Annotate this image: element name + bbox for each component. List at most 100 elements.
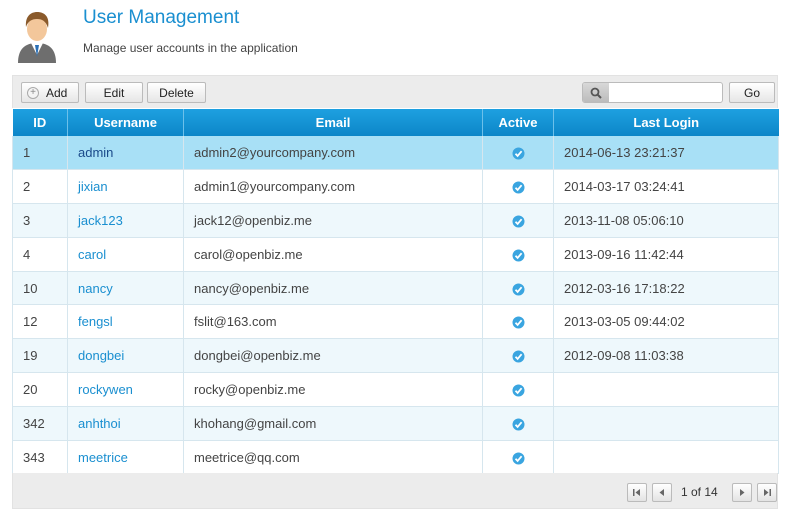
cell-active: [482, 169, 554, 205]
cell-last-login: [553, 406, 779, 441]
toolbar: + Add Edit Delete Go: [12, 75, 778, 108]
cell-last-login: 2014-06-13 23:21:37: [553, 136, 779, 171]
table-footer: 1 of 14: [12, 473, 778, 509]
table-row[interactable]: 3 jack123 jack12@openbiz.me 2013-11-08 05:0…: [12, 203, 779, 238]
last-page-button[interactable]: [757, 483, 777, 502]
page-header: User Management Manage user accounts in …: [0, 0, 788, 72]
cell-active: [482, 406, 554, 441]
cell-username: admin: [67, 136, 184, 171]
cell-username: jack123: [67, 203, 184, 238]
page-subtitle: Manage user accounts in the application: [83, 41, 298, 55]
cell-username: meetrice: [67, 440, 184, 475]
cell-last-login: 2013-09-16 11:42:44: [553, 237, 779, 272]
cell-id: 12: [12, 304, 68, 340]
cell-last-login: [553, 372, 779, 407]
cell-active: [482, 237, 554, 272]
cell-id: 343: [12, 440, 68, 475]
cell-email: dongbei@openbiz.me: [183, 338, 483, 374]
table-row[interactable]: 4 carol carol@openbiz.me 2013-09-16 11:42:4…: [12, 237, 779, 272]
cell-active: [482, 203, 554, 238]
checkmark-circle-icon: [512, 179, 525, 194]
cell-username: dongbei: [67, 338, 184, 374]
cell-id: 3: [12, 203, 68, 238]
checkmark-circle-icon: [512, 382, 525, 397]
table-row[interactable]: 342 anhthoi khohang@gmail.com: [12, 406, 779, 441]
go-button[interactable]: Go: [729, 82, 775, 103]
cell-username: fengsl: [67, 304, 184, 340]
cell-last-login: 2013-03-05 09:44:02: [553, 304, 779, 340]
cell-active: [482, 271, 554, 306]
checkmark-circle-icon: [512, 348, 525, 363]
cell-email: admin1@yourcompany.com: [183, 169, 483, 205]
cell-email: meetrice@qq.com: [183, 440, 483, 475]
cell-email: carol@openbiz.me: [183, 237, 483, 272]
user-avatar-icon: [15, 7, 59, 63]
previous-page-icon: [659, 489, 664, 496]
delete-button[interactable]: Delete: [147, 82, 206, 103]
table-body: 1 admin admin2@yourcompany.com 2014-06-13 2…: [12, 136, 779, 475]
cell-email: nancy@openbiz.me: [183, 271, 483, 306]
column-header-id[interactable]: ID: [12, 109, 68, 136]
plus-circle-icon: +: [27, 86, 39, 99]
last-page-icon: [764, 489, 771, 496]
checkmark-circle-icon: [512, 213, 525, 228]
cell-email: fslit@163.com: [183, 304, 483, 340]
cell-username: anhthoi: [67, 406, 184, 441]
cell-last-login: 2014-03-17 03:24:41: [553, 169, 779, 205]
checkmark-circle-icon: [512, 281, 525, 296]
cell-id: 19: [12, 338, 68, 374]
cell-active: [482, 304, 554, 340]
first-page-button[interactable]: [627, 483, 647, 502]
first-page-icon: [633, 489, 640, 496]
column-header-last-login[interactable]: Last Login: [553, 109, 779, 136]
checkmark-circle-icon: [512, 450, 525, 465]
cell-id: 4: [12, 237, 68, 272]
table-row[interactable]: 19 dongbei dongbei@openbiz.me 2012-09-08 11…: [12, 338, 779, 374]
magnifier-icon[interactable]: [583, 83, 609, 102]
users-table: ID Username Email Active Last Login 1 adm…: [12, 109, 779, 475]
cell-id: 10: [12, 271, 68, 306]
next-page-icon: [740, 489, 745, 496]
add-button[interactable]: + Add: [21, 82, 79, 103]
cell-last-login: 2013-11-08 05:06:10: [553, 203, 779, 238]
table-row[interactable]: 12 fengsl fslit@163.com 2013-03-05 09:44:02: [12, 304, 779, 340]
checkmark-circle-icon: [512, 314, 525, 329]
cell-username: nancy: [67, 271, 184, 306]
add-button-label: Add: [46, 85, 68, 100]
table-row[interactable]: 20 rockywen rocky@openbiz.me: [12, 372, 779, 407]
page-info: 1 of 14: [681, 485, 718, 499]
cell-last-login: 2012-09-08 11:03:38: [553, 338, 779, 374]
checkmark-circle-icon: [512, 247, 525, 262]
checkmark-circle-icon: [512, 416, 525, 431]
search-input[interactable]: [609, 83, 722, 102]
table-row[interactable]: 343 meetrice meetrice@qq.com: [12, 440, 779, 475]
cell-email: rocky@openbiz.me: [183, 372, 483, 407]
cell-id: 1: [12, 136, 68, 171]
table-row[interactable]: 2 jixian admin1@yourcompany.com 2014-03-17 …: [12, 169, 779, 205]
cell-id: 2: [12, 169, 68, 205]
cell-active: [482, 338, 554, 374]
checkmark-circle-icon: [512, 145, 525, 160]
page-title: User Management: [83, 7, 240, 28]
previous-page-button[interactable]: [652, 483, 672, 502]
cell-id: 20: [12, 372, 68, 407]
table-header-row: ID Username Email Active Last Login: [12, 109, 779, 136]
cell-id: 342: [12, 406, 68, 441]
cell-email: khohang@gmail.com: [183, 406, 483, 441]
search-box: [582, 82, 723, 103]
column-header-active[interactable]: Active: [482, 109, 554, 136]
column-header-username[interactable]: Username: [67, 109, 184, 136]
table-row[interactable]: 10 nancy nancy@openbiz.me 2012-03-16 17:18:…: [12, 271, 779, 306]
cell-active: [482, 372, 554, 407]
column-header-email[interactable]: Email: [183, 109, 483, 136]
cell-username: carol: [67, 237, 184, 272]
cell-last-login: 2012-03-16 17:18:22: [553, 271, 779, 306]
edit-button[interactable]: Edit: [85, 82, 143, 103]
cell-active: [482, 136, 554, 171]
cell-email: jack12@openbiz.me: [183, 203, 483, 238]
next-page-button[interactable]: [732, 483, 752, 502]
table-row[interactable]: 1 admin admin2@yourcompany.com 2014-06-13 2…: [12, 136, 779, 171]
cell-active: [482, 440, 554, 475]
cell-username: jixian: [67, 169, 184, 205]
cell-username: rockywen: [67, 372, 184, 407]
